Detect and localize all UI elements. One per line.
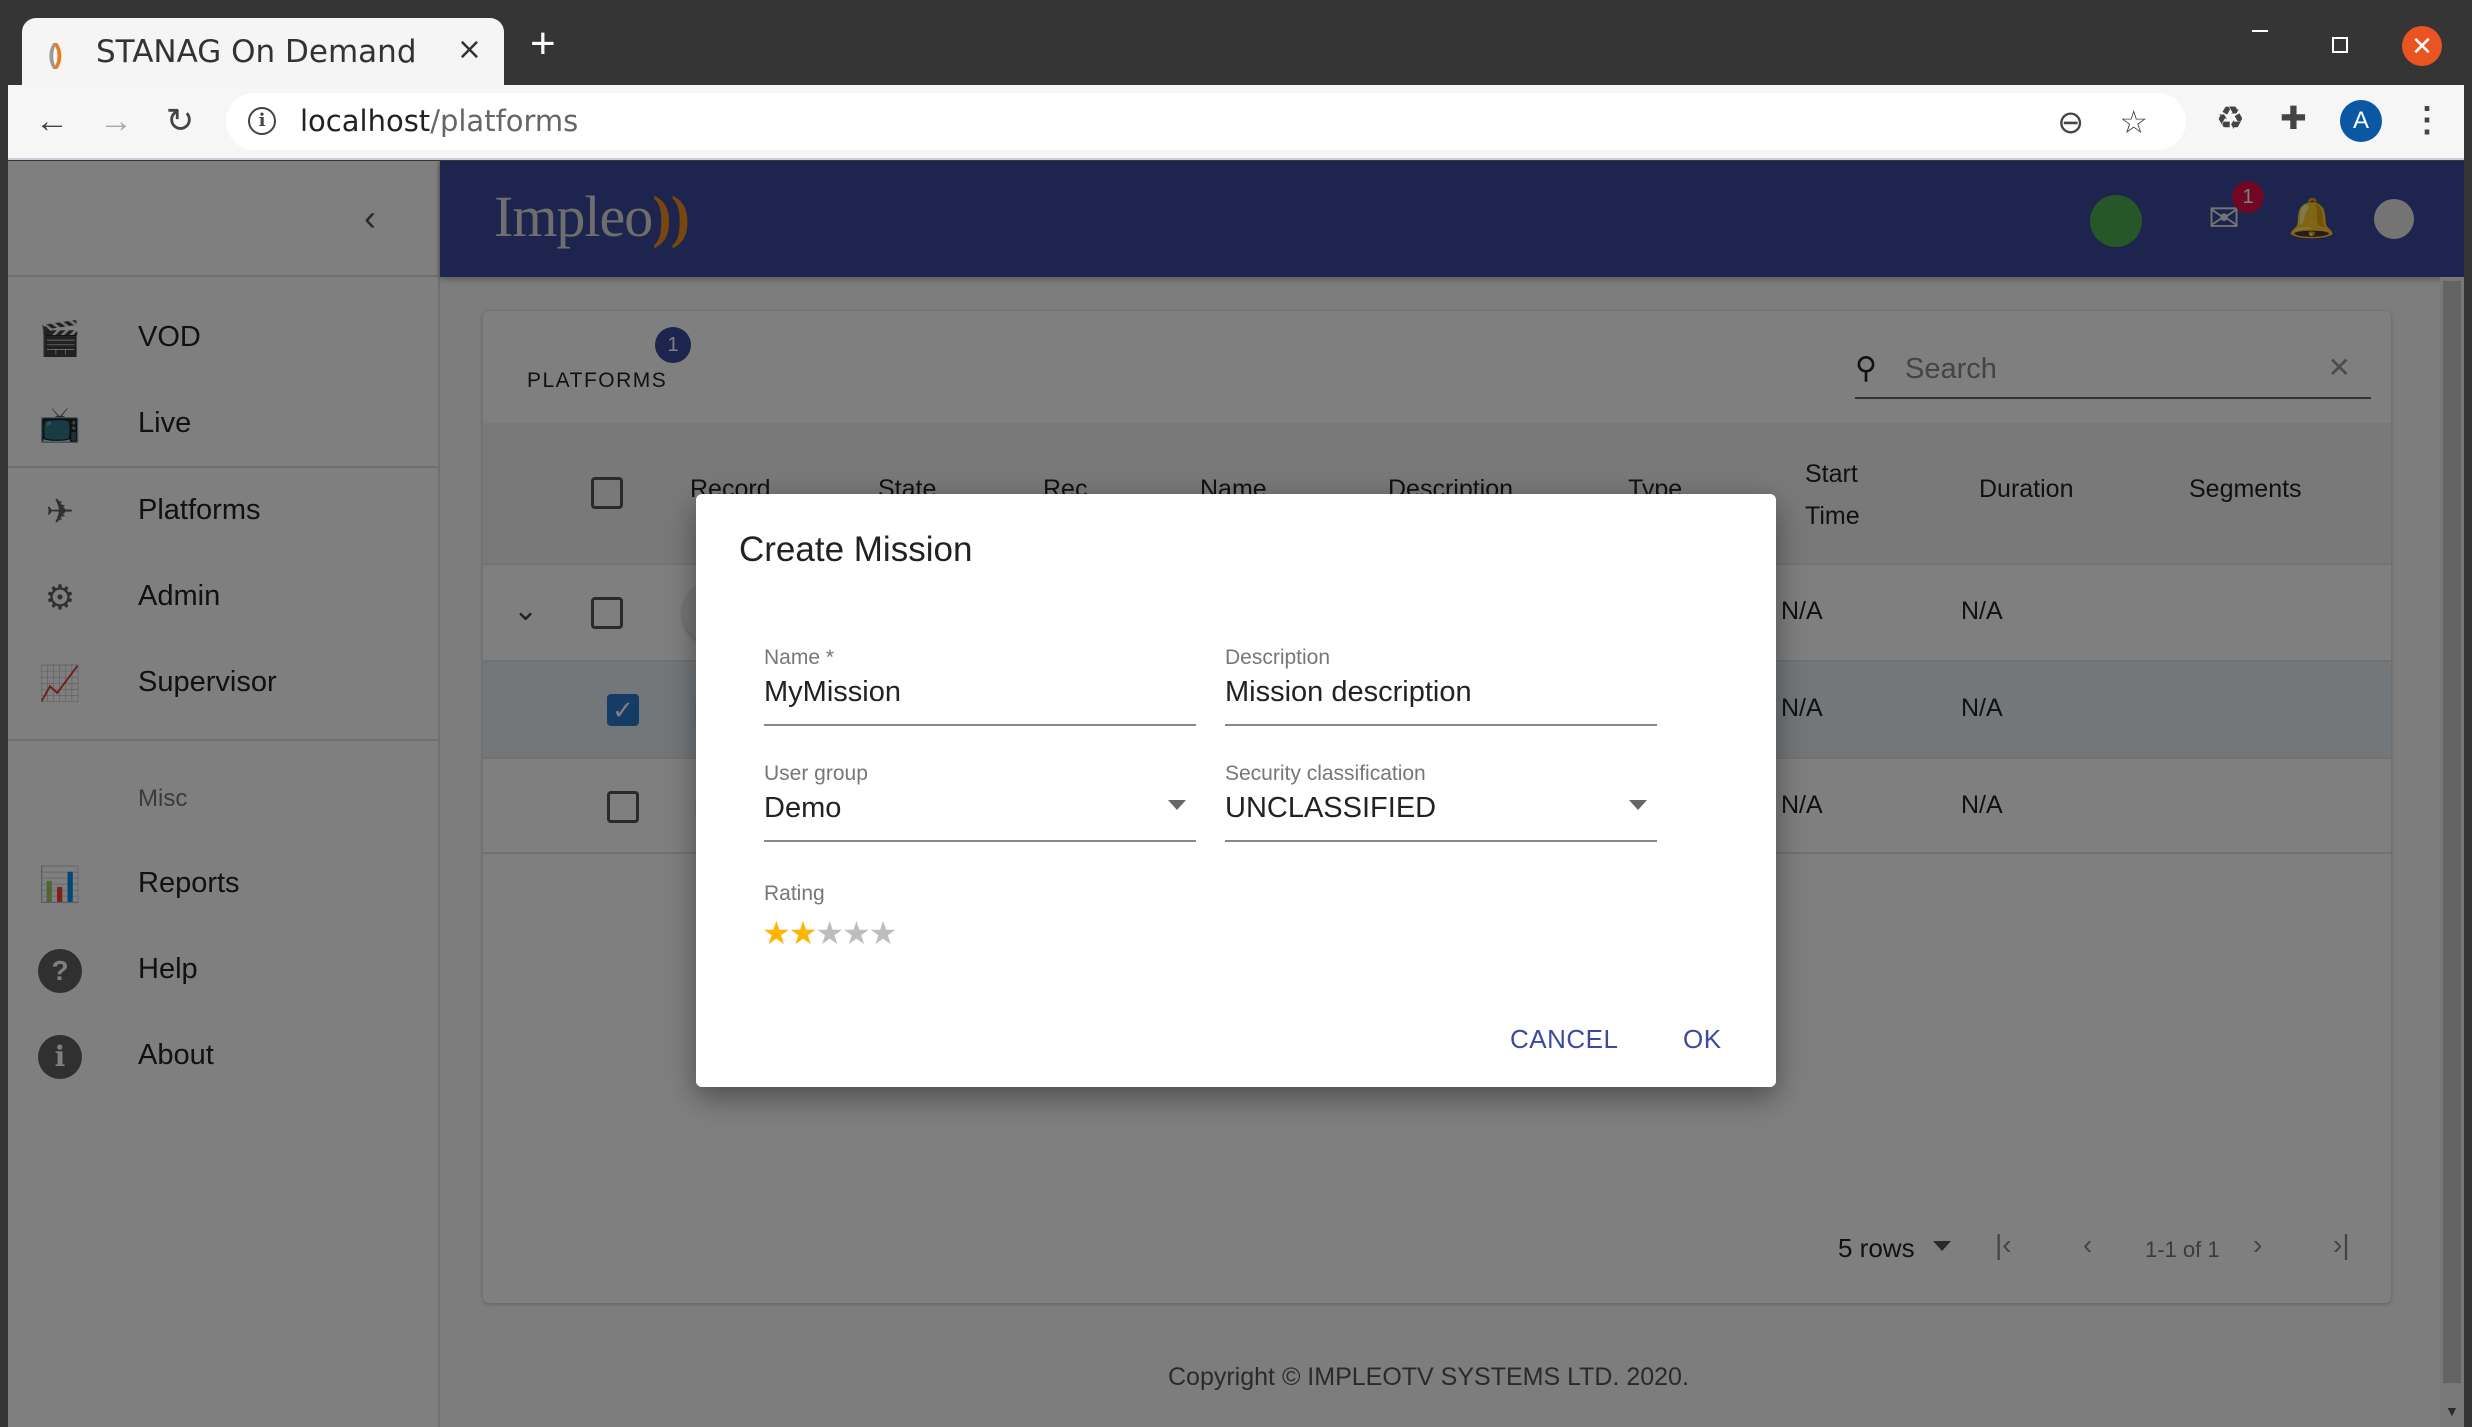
dropdown-arrow-icon[interactable] bbox=[1168, 800, 1186, 810]
star-empty-icon[interactable]: ★ bbox=[869, 915, 898, 951]
browser-tab[interactable]: () STANAG On Demand × bbox=[22, 18, 504, 86]
back-icon[interactable]: ← bbox=[32, 101, 72, 141]
cancel-button[interactable]: CANCEL bbox=[1510, 1024, 1618, 1055]
star-filled-icon[interactable]: ★ bbox=[762, 915, 791, 951]
maximize-button[interactable] bbox=[2332, 37, 2348, 53]
description-label: Description bbox=[1225, 646, 1331, 669]
extensions-puzzle-icon[interactable]: ✚ bbox=[2280, 99, 2307, 137]
reload-icon[interactable]: ↻ bbox=[160, 101, 200, 141]
star-empty-icon[interactable]: ★ bbox=[815, 915, 844, 951]
profile-avatar[interactable]: A bbox=[2340, 100, 2382, 142]
bookmark-star-icon[interactable]: ☆ bbox=[2119, 103, 2148, 141]
rating-stars[interactable]: ★★★★★ bbox=[762, 914, 898, 952]
close-window-button[interactable]: ✕ bbox=[2402, 26, 2442, 66]
url-text[interactable]: localhost/platforms bbox=[300, 104, 578, 138]
star-filled-icon[interactable]: ★ bbox=[789, 915, 818, 951]
dropdown-arrow-icon[interactable] bbox=[1629, 800, 1647, 810]
new-tab-button[interactable]: + bbox=[530, 22, 556, 66]
security-classification-value: UNCLASSIFIED bbox=[1225, 792, 1437, 824]
address-bar[interactable]: i localhost/platforms ⊖ ☆ bbox=[226, 93, 2186, 150]
url-path: /platforms bbox=[430, 104, 579, 138]
description-input[interactable] bbox=[1225, 676, 1625, 709]
tab-title: STANAG On Demand bbox=[96, 34, 417, 70]
security-classification-select[interactable]: Security classification UNCLASSIFIED bbox=[1225, 762, 1657, 842]
browser-window: () STANAG On Demand × + ✕ ← → ↻ i localh… bbox=[0, 0, 2472, 1427]
description-field: Description bbox=[1225, 646, 1657, 726]
forward-icon[interactable]: → bbox=[96, 101, 136, 141]
user-group-value: Demo bbox=[764, 792, 842, 824]
minimize-button[interactable] bbox=[2252, 30, 2268, 32]
user-group-select[interactable]: User group Demo bbox=[764, 762, 1196, 842]
zoom-out-icon[interactable]: ⊖ bbox=[2057, 103, 2084, 141]
recycle-extension-icon[interactable]: ♻ bbox=[2216, 99, 2245, 137]
create-mission-dialog: Create Mission Name * Description User g… bbox=[696, 494, 1776, 1087]
url-host: localhost bbox=[300, 104, 431, 138]
dialog-title: Create Mission bbox=[739, 530, 973, 569]
favicon-icon: () bbox=[48, 38, 63, 69]
tab-close-icon[interactable]: × bbox=[457, 32, 482, 67]
name-label: Name * bbox=[764, 646, 835, 669]
ok-button[interactable]: OK bbox=[1683, 1024, 1722, 1055]
name-input[interactable] bbox=[764, 676, 1164, 709]
name-field: Name * bbox=[764, 646, 1196, 726]
browser-toolbar: ← → ↻ i localhost/platforms ⊖ ☆ ♻ ✚ A ⋮ bbox=[8, 85, 2464, 160]
user-group-label: User group bbox=[764, 762, 868, 785]
star-empty-icon[interactable]: ★ bbox=[842, 915, 871, 951]
site-info-icon[interactable]: i bbox=[248, 107, 276, 135]
rating-label: Rating bbox=[764, 882, 825, 905]
security-classification-label: Security classification bbox=[1225, 762, 1426, 785]
tab-strip: () STANAG On Demand × + ✕ bbox=[0, 0, 2472, 86]
browser-menu-icon[interactable]: ⋮ bbox=[2410, 97, 2444, 143]
